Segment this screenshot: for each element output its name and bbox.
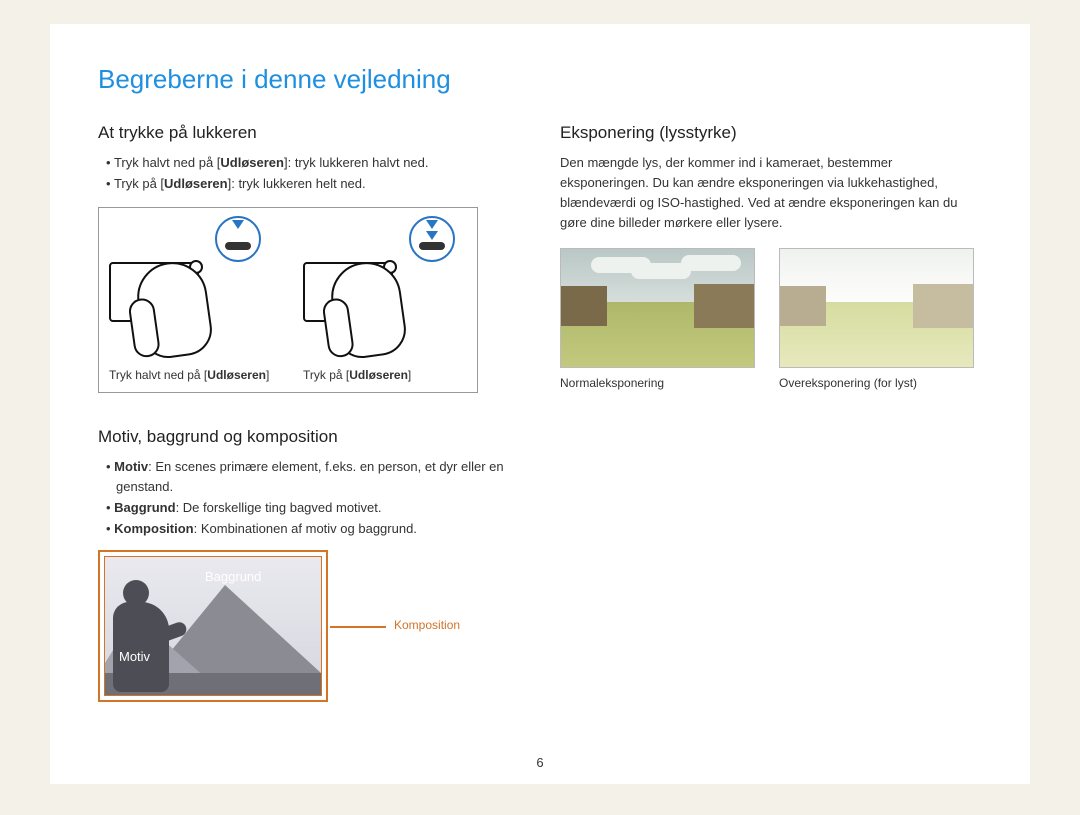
- exposure-over-photo: [779, 248, 974, 368]
- building-icon: [780, 286, 826, 326]
- person-icon: [113, 580, 183, 695]
- shutter-bullet-1: Tryk halvt ned på [Udløseren]: tryk lukk…: [106, 153, 520, 174]
- shutter-half-caption: Tryk halvt ned på [Udløseren]: [109, 368, 273, 382]
- shutter-illustration-box: Tryk halvt ned på [Udløseren]: [98, 207, 478, 393]
- label-baggrund: Baggrund: [205, 569, 261, 584]
- arrow-down-icon: [426, 220, 438, 229]
- building-icon: [694, 284, 754, 328]
- shutter-bullet-2: Tryk på [Udløseren]: tryk lukkeren helt …: [106, 174, 520, 195]
- composition-section: Motiv, baggrund og komposition Motiv: En…: [98, 427, 520, 702]
- exposure-over-block: Overeksponering (for lyst): [779, 248, 974, 390]
- hand-icon: [327, 257, 410, 361]
- shutter-button-icon: [225, 242, 251, 250]
- composition-bullet-2: Baggrund: De forskellige ting bagved mot…: [106, 498, 520, 519]
- page-number: 6: [536, 755, 543, 770]
- shutter-full-col: Tryk på [Udløseren]: [303, 222, 467, 382]
- exposure-normal-photo: [560, 248, 755, 368]
- composition-bullet-1: Motiv: En scenes primære element, f.eks.…: [106, 457, 520, 499]
- composition-scene: Baggrund Motiv: [104, 556, 322, 696]
- composition-heading: Motiv, baggrund og komposition: [98, 427, 520, 447]
- leader-line-icon: [330, 626, 386, 628]
- shutter-half-col: Tryk halvt ned på [Udløseren]: [109, 222, 273, 382]
- label-komposition: Komposition: [394, 618, 460, 632]
- composition-bullets: Motiv: En scenes primære element, f.eks.…: [98, 457, 520, 540]
- shutter-full-caption: Tryk på [Udløseren]: [303, 368, 467, 382]
- right-column: Eksponering (lysstyrke) Den mængde lys, …: [560, 123, 982, 702]
- composition-bullet-3: Komposition: Kombinationen af motiv og b…: [106, 519, 520, 540]
- arrow-down-icon: [232, 220, 244, 229]
- exposure-over-caption: Overeksponering (for lyst): [779, 376, 974, 390]
- exposure-normal-caption: Normaleksponering: [560, 376, 755, 390]
- full-press-indicator-icon: [409, 216, 455, 262]
- left-column: At trykke på lukkeren Tryk halvt ned på …: [98, 123, 520, 702]
- half-press-indicator-icon: [215, 216, 261, 262]
- shutter-bullets: Tryk halvt ned på [Udløseren]: tryk lukk…: [98, 153, 520, 195]
- shutter-button-icon: [419, 242, 445, 250]
- content-columns: At trykke på lukkeren Tryk halvt ned på …: [98, 123, 982, 702]
- shutter-full-image: [303, 222, 463, 362]
- building-icon: [561, 286, 607, 326]
- composition-diagram: Baggrund Motiv Komposition: [98, 550, 418, 702]
- exposure-photo-row: Normaleksponering Overeksponering (for l…: [560, 248, 982, 390]
- page-title: Begreberne i denne vejledning: [98, 64, 982, 95]
- shutter-half-image: [109, 222, 269, 362]
- shutter-heading: At trykke på lukkeren: [98, 123, 520, 143]
- manual-page: Begreberne i denne vejledning At trykke …: [50, 24, 1030, 784]
- hand-icon: [133, 257, 216, 361]
- exposure-normal-block: Normaleksponering: [560, 248, 755, 390]
- arrow-down-icon: [426, 231, 438, 240]
- cloud-icon: [591, 257, 651, 273]
- exposure-heading: Eksponering (lysstyrke): [560, 123, 982, 143]
- building-icon: [913, 284, 973, 328]
- exposure-paragraph: Den mængde lys, der kommer ind i kamerae…: [560, 153, 982, 234]
- label-motiv: Motiv: [119, 649, 150, 664]
- composition-frame: Baggrund Motiv: [98, 550, 328, 702]
